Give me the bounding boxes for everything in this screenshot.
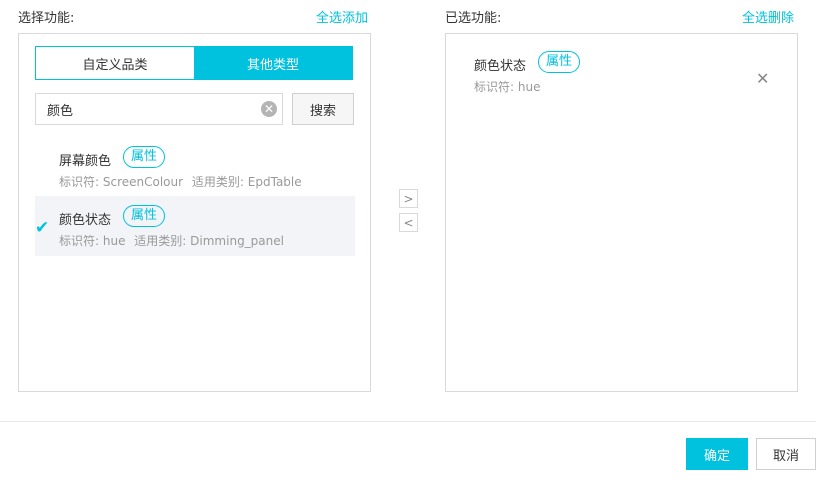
- chevron-right-icon[interactable]: >: [399, 189, 418, 208]
- identifier-label: 标识符:: [59, 175, 100, 189]
- category-value: EpdTable: [247, 175, 302, 189]
- category-label: 适用类别:: [191, 175, 244, 189]
- identifier-value: hue: [517, 80, 541, 94]
- confirm-button[interactable]: 确定: [686, 438, 748, 470]
- available-panel: 自定义品类 其他类型 ✕ 搜索 屏幕颜色 属性 标识符: ScreenColou…: [18, 33, 371, 392]
- footer-divider: [0, 421, 816, 422]
- available-title: 选择功能:: [18, 11, 75, 26]
- selected-item: 颜色状态 属性 标识符: hue ✕: [446, 49, 797, 99]
- tab-other-types[interactable]: 其他类型: [194, 47, 352, 79]
- identifier-value: hue: [102, 234, 126, 248]
- close-icon[interactable]: ✕: [756, 71, 769, 87]
- search-button[interactable]: 搜索: [292, 93, 354, 125]
- attribute-tag: 属性: [123, 205, 166, 227]
- item-meta: 标识符: hue 适用类别: Dimming_panel: [59, 232, 284, 249]
- item-meta: 标识符: ScreenColour 适用类别: EpdTable: [59, 173, 302, 190]
- identifier-label: 标识符:: [59, 234, 100, 248]
- item-meta: 标识符: hue: [474, 78, 540, 95]
- cancel-button[interactable]: 取消: [756, 438, 816, 470]
- item-name: 颜色状态: [474, 59, 527, 74]
- search-field: ✕: [35, 93, 283, 125]
- category-value: Dimming_panel: [190, 234, 284, 248]
- chevron-left-icon[interactable]: <: [399, 213, 418, 232]
- selected-panel: 颜色状态 属性 标识符: hue ✕: [445, 33, 798, 392]
- identifier-value: ScreenColour: [102, 175, 184, 189]
- search-input[interactable]: [36, 94, 246, 124]
- checkmark-icon: ✔: [35, 218, 50, 238]
- selected-title: 已选功能:: [445, 11, 502, 26]
- remove-all-link[interactable]: 全选删除: [742, 7, 794, 26]
- type-tabs: 自定义品类 其他类型: [35, 46, 353, 80]
- identifier-label: 标识符:: [474, 80, 515, 94]
- category-label: 适用类别:: [134, 234, 187, 248]
- attribute-tag: 属性: [538, 51, 581, 73]
- item-name: 颜色状态: [59, 213, 112, 228]
- tab-custom-category[interactable]: 自定义品类: [36, 47, 194, 79]
- item-name: 屏幕颜色: [59, 154, 112, 169]
- attribute-tag: 属性: [123, 146, 166, 168]
- clear-circle-icon[interactable]: ✕: [261, 101, 277, 117]
- select-all-add-link[interactable]: 全选添加: [316, 7, 368, 26]
- available-item[interactable]: 屏幕颜色 属性 标识符: ScreenColour 适用类别: EpdTable: [35, 137, 355, 197]
- available-item-selected[interactable]: ✔ 颜色状态 属性 标识符: hue 适用类别: Dimming_panel: [35, 196, 355, 256]
